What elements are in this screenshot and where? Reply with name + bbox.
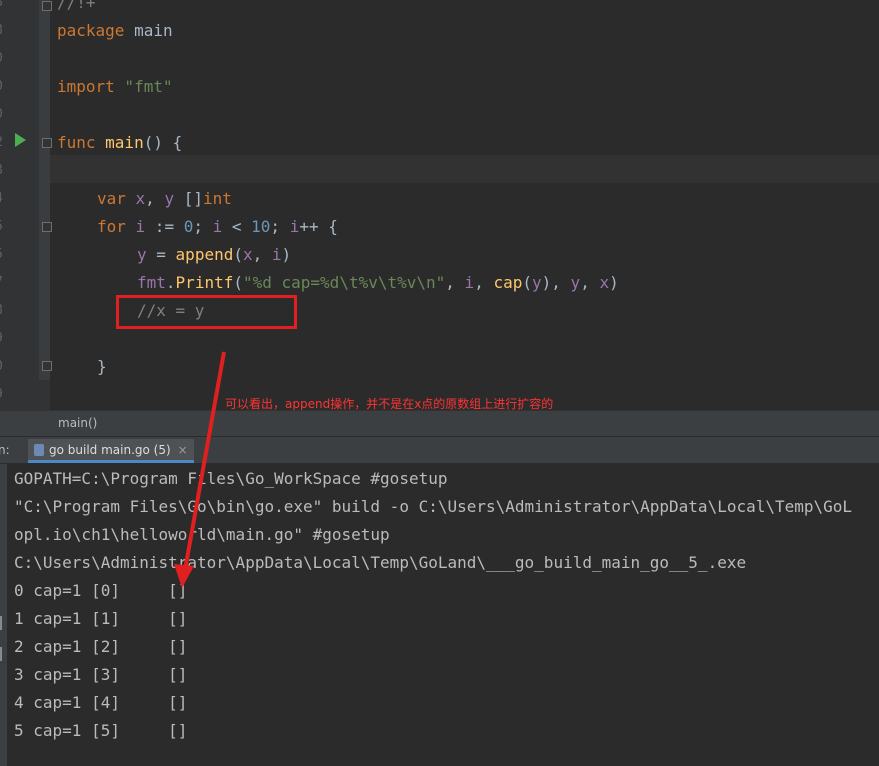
run-window-title: n:: [0, 443, 10, 457]
line-number: 0: [0, 45, 40, 73]
console-line: opl.io\ch1\helloworld\main.go" #gosetup: [14, 525, 390, 544]
code-line: for i := 0; i < 10; i++ {: [97, 217, 338, 236]
breadcrumb-item[interactable]: main(): [58, 416, 97, 430]
fold-marker-icon[interactable]: [42, 1, 52, 11]
annotation-text: 可以看出，append操作，并不是在x点的原数组上进行扩容的: [225, 397, 554, 410]
current-line-highlight: [50, 155, 879, 183]
code-line: func main() {: [57, 133, 183, 152]
fold-strip: [39, 0, 50, 380]
code-line: var x, y []int: [97, 189, 232, 208]
code-editor[interactable]: 8 8 0 0 0 2 8 4 5 5 7 8 9 0 9 //!+ packa…: [0, 0, 879, 410]
console-line: 0 cap=1 [0] []: [14, 581, 188, 600]
console-line: C:\Users\Administrator\AppData\Local\Tem…: [14, 553, 747, 572]
code-line: package main: [57, 21, 173, 40]
line-number: 8: [0, 17, 40, 45]
line-number: 8: [0, 297, 40, 325]
line-number: 0: [0, 73, 40, 101]
run-tab-label: go build main.go (5): [49, 442, 171, 457]
fold-marker-icon[interactable]: [42, 138, 52, 148]
run-tool-window-header: n: go build main.go (5) ×: [0, 436, 879, 464]
toolbar-icon[interactable]: [0, 616, 7, 630]
close-icon[interactable]: ×: [178, 443, 188, 457]
code-line: y = append(x, i): [137, 245, 292, 264]
console-output[interactable]: GOPATH=C:\Program Files\Go_WorkSpace #go…: [0, 464, 879, 766]
fold-marker-icon[interactable]: [42, 361, 52, 371]
fold-marker-icon[interactable]: [42, 222, 52, 232]
line-number: 0: [0, 101, 40, 129]
code-line: fmt.Printf("%d cap=%d\t%v\t%v\n", i, cap…: [137, 273, 619, 292]
line-number: 4: [0, 185, 40, 213]
code-line: import "fmt": [57, 77, 173, 96]
annotation-highlight-box: [116, 295, 297, 329]
line-number: 7: [0, 269, 40, 297]
line-number: 8: [0, 0, 40, 17]
console-line: 1 cap=1 [1] []: [14, 609, 188, 628]
line-number: 0: [0, 353, 40, 381]
line-number: 5: [0, 241, 40, 269]
console-line: 4 cap=1 [4] []: [14, 693, 188, 712]
toolbar-icon[interactable]: [0, 647, 7, 661]
console-line: 2 cap=1 [2] []: [14, 637, 188, 656]
line-number: 8: [0, 157, 40, 185]
line-number: 5: [0, 213, 40, 241]
breadcrumb[interactable]: main(): [0, 410, 879, 436]
console-line: "C:\Program Files\Go\bin\go.exe" build -…: [14, 497, 853, 516]
console-toolbar: [0, 464, 7, 766]
line-number: 9: [0, 381, 40, 409]
console-line: 3 cap=1 [3] []: [14, 665, 188, 684]
console-line: GOPATH=C:\Program Files\Go_WorkSpace #go…: [14, 469, 448, 488]
run-tab[interactable]: go build main.go (5) ×: [28, 439, 194, 463]
code-line: }: [97, 357, 107, 376]
run-gutter-icon[interactable]: [15, 133, 26, 147]
go-file-icon: [34, 443, 44, 456]
console-line: 5 cap=1 [5] []: [14, 721, 188, 740]
code-line: //!+: [57, 0, 96, 12]
line-number: 9: [0, 325, 40, 353]
